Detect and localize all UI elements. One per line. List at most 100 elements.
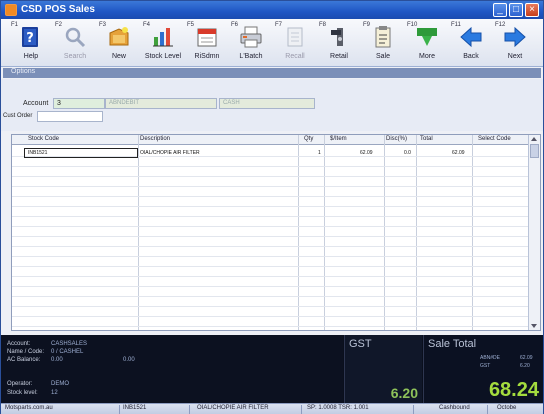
sale-sub-label: ABN#DE	[480, 355, 501, 361]
info-stock-label: Stock level:	[7, 390, 38, 396]
more-button[interactable]: F10 More	[405, 21, 449, 65]
table-row[interactable]	[12, 178, 529, 187]
grid-header: Stock Code Description Qty $/Item Disc(%…	[12, 135, 529, 145]
table-row[interactable]	[12, 278, 529, 287]
status-mode: Cashbound	[439, 405, 470, 411]
risdmn-button[interactable]: F5 RiSdmn	[185, 21, 229, 65]
column-header-stock-code[interactable]: Stock Code	[28, 136, 59, 142]
shortcut-label: F2	[55, 22, 63, 28]
help-icon: ?	[22, 27, 38, 47]
shortcut-label: F7	[275, 22, 283, 28]
new-label: New	[111, 53, 126, 60]
shortcut-label: F4	[143, 22, 151, 28]
items-grid[interactable]: Stock Code Description Qty $/Item Disc(%…	[11, 134, 541, 331]
account-area: Account 3 ABNDEBIT CASH Cust Order	[1, 79, 543, 131]
table-row[interactable]	[12, 268, 529, 277]
column-header-select-code[interactable]: Select Code	[478, 136, 511, 142]
table-row[interactable]	[12, 298, 529, 307]
sale-button[interactable]: F9 Sale	[361, 21, 405, 65]
account-value: 3	[57, 100, 61, 107]
calendar-icon	[197, 28, 217, 47]
stock-level-button[interactable]: F4 Stock Level	[141, 21, 185, 65]
column-header-total[interactable]: Total	[420, 136, 433, 142]
column-header-price[interactable]: $/Item	[330, 136, 347, 142]
status-sp: SP: 1.0008 TSR: 1.001	[307, 405, 369, 411]
cust-order-input[interactable]	[37, 111, 103, 122]
sale-icon	[375, 26, 391, 48]
info-account-label: Account:	[7, 341, 31, 347]
close-button[interactable]: ×	[525, 3, 539, 17]
table-row[interactable]	[12, 248, 529, 257]
gst-panel: GST 6.20	[344, 335, 422, 403]
table-row[interactable]	[12, 188, 529, 197]
back-arrow-icon	[460, 26, 482, 48]
active-cell-outline	[24, 148, 138, 158]
help-label: Help	[23, 53, 39, 60]
retail-icon	[331, 28, 343, 46]
status-separator	[119, 405, 120, 414]
more-label: More	[419, 53, 435, 60]
info-operator-value: DEMO	[51, 381, 69, 387]
account-info: Account: CASHSALES Name / Code: 0 / CASH…	[1, 335, 343, 403]
status-separator	[413, 405, 414, 414]
table-row[interactable]	[12, 238, 529, 247]
search-label: Search	[63, 53, 87, 60]
scroll-down-icon[interactable]	[531, 324, 537, 328]
retail-button[interactable]: F8 Retail	[317, 21, 361, 65]
table-row[interactable]	[12, 208, 529, 217]
back-button[interactable]: F11 Back	[449, 21, 493, 65]
column-header-description[interactable]: Description	[140, 136, 170, 142]
gst-label: GST	[349, 338, 372, 350]
vertical-scrollbar[interactable]	[528, 135, 540, 330]
sale-sub-value: 6.20	[520, 363, 530, 369]
table-row[interactable]	[12, 168, 529, 177]
new-button[interactable]: F3 New	[97, 21, 141, 65]
table-row[interactable]	[12, 218, 529, 227]
gst-value: 6.20	[390, 385, 418, 401]
minimize-button[interactable]: _	[493, 3, 507, 17]
table-row[interactable]	[12, 258, 529, 267]
info-stock-value: 12	[51, 390, 58, 396]
table-row[interactable]	[12, 158, 529, 167]
table-row[interactable]	[12, 198, 529, 207]
table-row[interactable]	[12, 228, 529, 237]
shortcut-label: F9	[363, 22, 371, 28]
scroll-up-icon[interactable]	[531, 137, 537, 141]
next-button[interactable]: F12 Next	[493, 21, 537, 65]
column-header-qty[interactable]: Qty	[304, 136, 313, 142]
account-type-value: CASH	[223, 100, 240, 106]
window-title: CSD POS Sales	[21, 4, 95, 15]
table-row[interactable]	[12, 318, 529, 327]
status-date: Octobe	[497, 405, 517, 411]
status-site: Motsparts.com.au	[5, 405, 53, 411]
status-stock-code: INB1521	[123, 405, 147, 411]
table-row[interactable]	[12, 288, 529, 297]
recall-label: Recall	[285, 53, 305, 60]
options-section-header[interactable]: Options	[3, 68, 541, 78]
next-arrow-icon	[504, 26, 526, 48]
shortcut-label: F8	[319, 22, 327, 28]
info-extra-value: 0.00	[123, 357, 135, 363]
account-name-field[interactable]: ABNDEBIT	[105, 98, 217, 109]
account-input[interactable]: 3	[53, 98, 105, 109]
pos-window: CSD POS Sales _ □ × F1 ? Help F2 Search …	[0, 0, 544, 414]
document-icon	[287, 27, 303, 47]
info-account-value: CASHSALES	[51, 341, 88, 347]
maximize-button[interactable]: □	[509, 3, 523, 17]
cell-qty: 1	[318, 150, 321, 156]
status-description: OIAL/CHOPIE AIR FILTER	[197, 405, 269, 411]
help-button[interactable]: F1 ? Help	[9, 21, 53, 65]
account-name-value: ABNDEBIT	[109, 100, 140, 106]
search-button[interactable]: F2 Search	[53, 21, 97, 65]
scroll-thumb[interactable]	[530, 144, 539, 158]
svg-text:?: ?	[26, 31, 34, 46]
lbatch-button[interactable]: F6 L'Batch	[229, 21, 273, 65]
table-row[interactable]	[12, 308, 529, 317]
account-type-field[interactable]: CASH	[219, 98, 315, 109]
title-bar: CSD POS Sales _ □ ×	[1, 1, 543, 19]
search-icon	[65, 27, 86, 48]
shortcut-label: F6	[231, 22, 239, 28]
recall-button[interactable]: F7 Recall	[273, 21, 317, 65]
cell-total: 62.09	[452, 150, 465, 156]
column-header-discount[interactable]: Disc(%)	[386, 136, 407, 142]
